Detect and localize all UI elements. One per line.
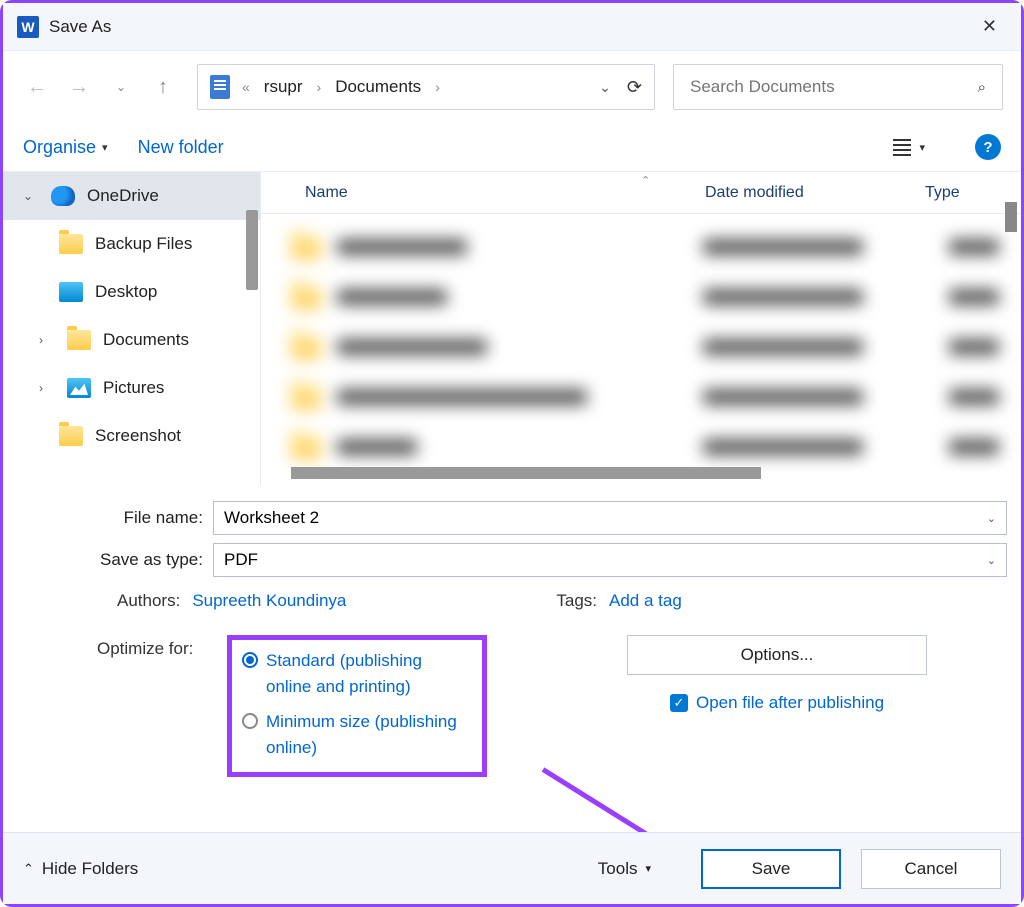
- tools-label: Tools: [598, 859, 638, 879]
- search-icon[interactable]: ⌕: [978, 79, 986, 96]
- horizontal-scrollbar[interactable]: [291, 467, 761, 479]
- dropdown-caret-icon[interactable]: ⌄: [987, 512, 996, 525]
- tree-label: OneDrive: [87, 186, 159, 206]
- authors-value[interactable]: Supreeth Koundinya: [192, 591, 346, 611]
- checkbox-label: Open file after publishing: [696, 693, 884, 713]
- sidebar-scrollbar[interactable]: [246, 210, 258, 290]
- optimize-standard-radio[interactable]: Standard (publishing online and printing…: [242, 648, 468, 699]
- search-box[interactable]: ⌕: [673, 64, 1003, 110]
- folder-icon: [59, 234, 83, 254]
- radio-unchecked-icon: [242, 713, 258, 729]
- pictures-icon: [67, 378, 91, 398]
- chevron-down-icon: ⌄: [23, 189, 39, 203]
- tree-item-pictures[interactable]: › Pictures: [3, 364, 260, 412]
- address-dropdown[interactable]: ⌄: [599, 79, 611, 96]
- radio-checked-icon: [242, 652, 258, 668]
- optimize-label: Optimize for:: [97, 635, 227, 777]
- tree-item-documents[interactable]: › Documents: [3, 316, 260, 364]
- file-list: ⌃ Name Date modified Type: [261, 172, 1021, 485]
- tags-label: Tags:: [556, 591, 597, 611]
- refresh-button[interactable]: ⟳: [627, 77, 642, 98]
- dropdown-caret-icon[interactable]: ⌄: [987, 554, 996, 567]
- col-type[interactable]: Type: [925, 184, 1021, 202]
- word-app-icon: W: [17, 16, 39, 38]
- folder-icon: [59, 426, 83, 446]
- optimize-minimum-radio[interactable]: Minimum size (publishing online): [242, 709, 468, 760]
- breadcrumb-seg[interactable]: rsupr: [264, 77, 303, 97]
- titlebar: W Save As ✕: [3, 3, 1021, 51]
- tools-menu[interactable]: Tools ▾: [598, 859, 651, 879]
- breadcrumb-seg[interactable]: Documents: [335, 77, 421, 97]
- caret-down-icon: ▾: [645, 862, 651, 875]
- dialog-footer: ⌃ Hide Folders Tools ▾ Save Cancel: [3, 832, 1021, 904]
- save-button[interactable]: Save: [701, 849, 841, 889]
- radio-label: Standard (publishing online and printing…: [266, 648, 468, 699]
- tree-item-screenshot[interactable]: Screenshot: [3, 412, 260, 460]
- address-bar[interactable]: « rsupr › Documents › ⌄ ⟳: [197, 64, 655, 110]
- tree-label: Desktop: [95, 282, 157, 302]
- location-icon: [210, 75, 230, 99]
- search-input[interactable]: [690, 77, 978, 97]
- authors-label: Authors:: [117, 591, 180, 611]
- file-rows-blurred: [261, 214, 1021, 472]
- tree-label: Screenshot: [95, 426, 181, 446]
- radio-label: Minimum size (publishing online): [266, 709, 468, 760]
- caret-down-icon: ▾: [919, 141, 925, 154]
- saveastype-value: PDF: [224, 550, 258, 570]
- cancel-button[interactable]: Cancel: [861, 849, 1001, 889]
- sort-indicator-icon: ⌃: [641, 174, 650, 187]
- tree-label: Backup Files: [95, 234, 192, 254]
- chevron-up-icon: ⌃: [23, 861, 34, 877]
- tags-value[interactable]: Add a tag: [609, 591, 682, 611]
- optimize-highlight-box: Standard (publishing online and printing…: [227, 635, 487, 777]
- chevron-right-icon: ›: [39, 381, 55, 395]
- new-folder-button[interactable]: New folder: [138, 137, 224, 158]
- close-button[interactable]: ✕: [972, 10, 1007, 43]
- recent-dropdown[interactable]: ⌄: [105, 71, 137, 103]
- organise-menu[interactable]: Organise ▾: [23, 137, 108, 158]
- tree-item-desktop[interactable]: Desktop: [3, 268, 260, 316]
- saveastype-label: Save as type:: [17, 550, 213, 570]
- chevron-right-icon: «: [242, 79, 250, 95]
- organise-label: Organise: [23, 137, 96, 158]
- forward-button[interactable]: →: [63, 71, 95, 103]
- checkbox-checked-icon: ✓: [670, 694, 688, 712]
- help-button[interactable]: ?: [975, 134, 1001, 160]
- caret-down-icon: ▾: [102, 141, 108, 154]
- tree-item-backup[interactable]: Backup Files: [3, 220, 260, 268]
- folder-icon: [67, 330, 91, 350]
- hide-folders-toggle[interactable]: ⌃ Hide Folders: [23, 859, 138, 879]
- nav-tree: ⌄ OneDrive Backup Files Desktop › Docume…: [3, 172, 261, 485]
- col-date[interactable]: Date modified: [705, 184, 925, 202]
- chevron-right-icon: ›: [435, 79, 440, 95]
- tree-label: Pictures: [103, 378, 164, 398]
- up-button[interactable]: ↑: [147, 71, 179, 103]
- options-button[interactable]: Options...: [627, 635, 927, 675]
- tree-label: Documents: [103, 330, 189, 350]
- tree-item-onedrive[interactable]: ⌄ OneDrive: [3, 172, 260, 220]
- filename-input[interactable]: Worksheet 2 ⌄: [213, 501, 1007, 535]
- breadcrumb: « rsupr › Documents ›: [242, 77, 440, 97]
- nav-bar: ← → ⌄ ↑ « rsupr › Documents › ⌄ ⟳ ⌕: [3, 51, 1021, 123]
- vertical-scrollbar[interactable]: [1005, 202, 1017, 232]
- list-view-icon: [893, 139, 911, 156]
- hide-folders-label: Hide Folders: [42, 859, 138, 879]
- filename-label: File name:: [17, 508, 213, 528]
- chevron-right-icon: ›: [39, 333, 55, 347]
- onedrive-icon: [51, 186, 75, 206]
- filename-value: Worksheet 2: [224, 508, 319, 528]
- organise-toolbar: Organise ▾ New folder ▾ ?: [3, 123, 1021, 171]
- saveastype-select[interactable]: PDF ⌄: [213, 543, 1007, 577]
- view-menu[interactable]: ▾: [893, 139, 925, 156]
- back-button[interactable]: ←: [21, 71, 53, 103]
- dialog-title: Save As: [49, 17, 111, 37]
- save-form: File name: Worksheet 2 ⌄ Save as type: P…: [3, 485, 1021, 777]
- chevron-right-icon: ›: [317, 79, 322, 95]
- open-after-checkbox[interactable]: ✓ Open file after publishing: [627, 693, 927, 713]
- desktop-icon: [59, 282, 83, 302]
- main-panel: ⌄ OneDrive Backup Files Desktop › Docume…: [3, 171, 1021, 485]
